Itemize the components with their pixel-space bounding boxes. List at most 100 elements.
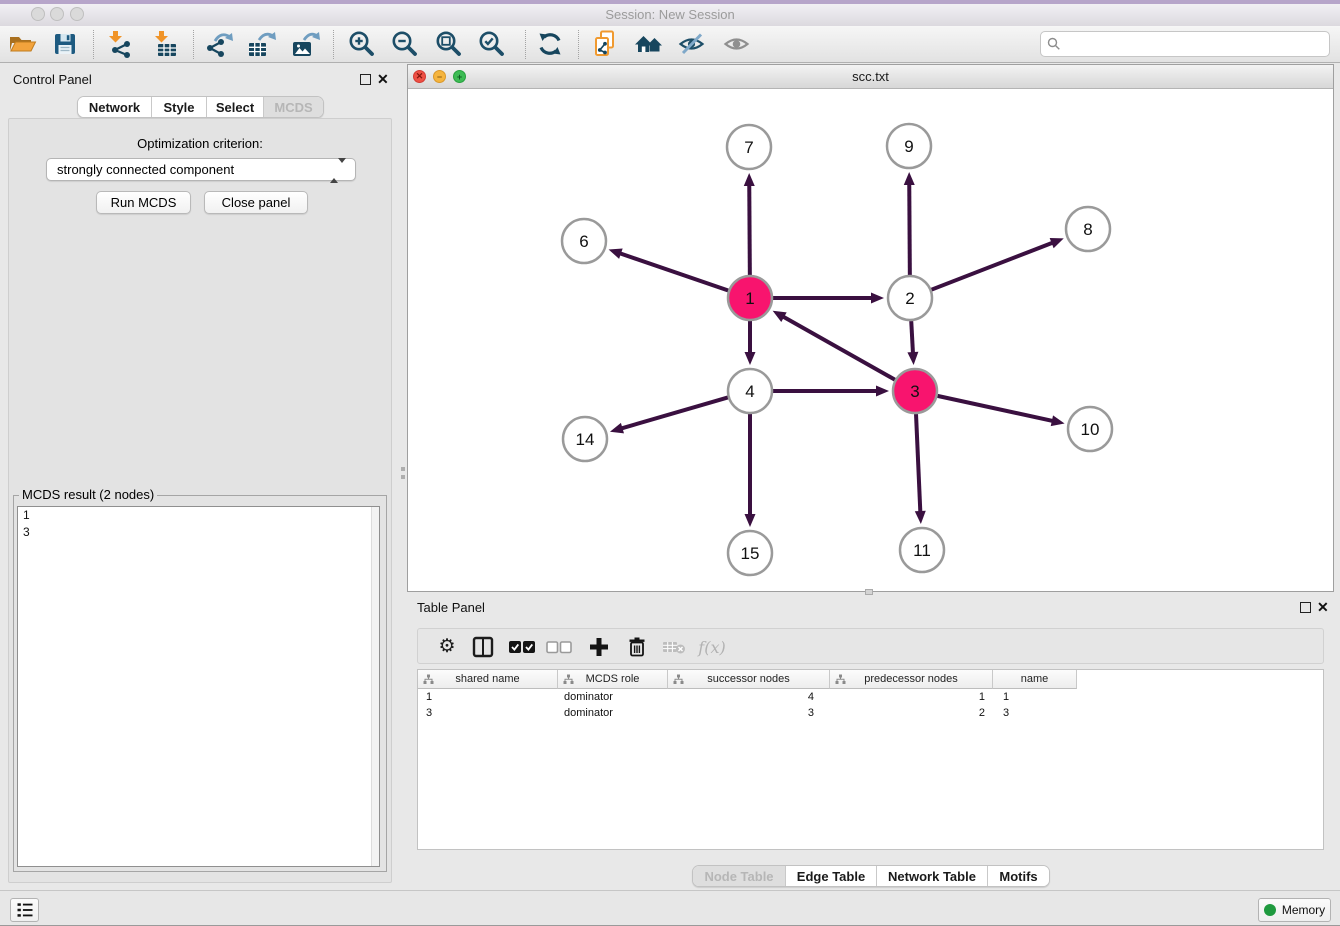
tab-edge-table[interactable]: Edge Table (786, 866, 877, 886)
toolbar-separator (333, 30, 334, 59)
column-header-successor-nodes[interactable]: successor nodes (668, 670, 830, 689)
graph-node-label: 6 (579, 232, 588, 251)
control-panel-float-icon[interactable] (360, 74, 371, 85)
task-list-icon (15, 900, 35, 920)
graph-edge-arrowhead (745, 352, 756, 365)
toolbar-separator (578, 30, 579, 59)
export-network-icon[interactable] (201, 27, 235, 61)
graph-edge-3-11[interactable] (916, 414, 920, 513)
header-filler (1077, 670, 1323, 689)
tab-node-table[interactable]: Node Table (693, 866, 786, 886)
vertical-splitter-handle[interactable] (401, 467, 405, 471)
table-tabs: Node Table Edge Table Network Table Moti… (692, 865, 1050, 887)
graph-edge-1-7[interactable] (749, 184, 750, 275)
table-row[interactable]: 1 dominator 4 1 1 (418, 689, 1323, 705)
attribute-tree-icon (423, 674, 434, 685)
search-field[interactable] (1040, 31, 1330, 57)
tab-select[interactable]: Select (207, 97, 264, 117)
cell-predecessor-nodes[interactable]: 2 (830, 705, 993, 721)
zoom-out-icon[interactable] (388, 27, 422, 61)
cell-successor-nodes[interactable]: 3 (668, 705, 830, 721)
import-network-icon[interactable] (102, 27, 136, 61)
tab-mcds[interactable]: MCDS (264, 97, 323, 117)
mcds-result-textarea[interactable]: 1 3 (17, 506, 380, 867)
network-window-titlebar[interactable]: ✕ − + scc.txt (408, 65, 1333, 89)
graph-edge-3-10[interactable] (937, 396, 1053, 421)
graph-edge-arrowhead (744, 173, 755, 186)
split-view-icon[interactable] (469, 633, 497, 661)
mcds-result-line: 3 (18, 524, 379, 541)
cell-successor-nodes[interactable]: 4 (668, 689, 830, 705)
cell-predecessor-nodes[interactable]: 1 (830, 689, 993, 705)
graph-edge-2-3[interactable] (911, 321, 913, 354)
task-history-button[interactable] (10, 898, 39, 922)
deselect-all-columns-icon[interactable] (545, 633, 573, 661)
column-header-name[interactable]: name (993, 670, 1077, 689)
network-window-title: scc.txt (408, 69, 1333, 84)
status-bar: Memory (0, 890, 1340, 926)
criterion-dropdown-value: strongly connected component (57, 162, 234, 177)
memory-button[interactable]: Memory (1258, 898, 1331, 922)
graph-edge-arrowhead (876, 386, 889, 397)
zoom-in-icon[interactable] (345, 27, 379, 61)
column-header-mcds-role[interactable]: MCDS role (558, 670, 668, 689)
graph-edge-2-8[interactable] (931, 242, 1053, 289)
cell-mcds-role[interactable]: dominator (558, 705, 668, 721)
graph-edge-3-1[interactable] (782, 316, 895, 380)
window-titlebar: Session: New Session (0, 0, 1340, 26)
cell-shared-name[interactable]: 3 (418, 705, 558, 721)
attribute-tree-icon (673, 674, 684, 685)
add-column-icon[interactable] (585, 633, 613, 661)
export-image-icon[interactable] (288, 27, 322, 61)
table-panel-close-icon[interactable]: ✕ (1317, 601, 1329, 613)
graph-edge-1-6[interactable] (619, 253, 728, 291)
network-canvas[interactable]: 1234678910111415 (408, 89, 1333, 591)
dropdown-stepper-icon (330, 163, 346, 178)
cell-name[interactable]: 1 (993, 689, 1077, 705)
cell-shared-name[interactable]: 1 (418, 689, 558, 705)
open-session-icon[interactable] (5, 27, 39, 61)
save-session-icon[interactable] (48, 27, 82, 61)
zoom-fit-icon[interactable] (432, 27, 466, 61)
graph-edge-2-9[interactable] (909, 183, 910, 275)
graph-node-label: 15 (741, 544, 760, 563)
show-graphics-details-icon[interactable] (720, 27, 754, 61)
graph-node-label: 2 (905, 289, 914, 308)
graph-node-label: 8 (1083, 220, 1092, 239)
cell-name[interactable]: 3 (993, 705, 1077, 721)
vertical-splitter-handle[interactable] (401, 475, 405, 479)
control-panel-close-icon[interactable]: ✕ (377, 73, 389, 85)
cell-mcds-role[interactable]: dominator (558, 689, 668, 705)
tab-network[interactable]: Network (78, 97, 152, 117)
column-header-predecessor-nodes[interactable]: predecessor nodes (830, 670, 993, 689)
home-layout-icon[interactable] (632, 27, 666, 61)
control-panel: Control Panel ✕ Network Style Select MCD… (0, 63, 400, 890)
criterion-dropdown[interactable]: strongly connected component (46, 158, 356, 181)
import-table-icon[interactable] (148, 27, 182, 61)
run-mcds-button[interactable]: Run MCDS (96, 191, 191, 214)
hide-graphics-details-icon[interactable] (675, 27, 709, 61)
close-panel-button[interactable]: Close panel (204, 191, 308, 214)
refresh-icon[interactable] (533, 27, 567, 61)
table-panel-float-icon[interactable] (1300, 602, 1311, 613)
mcds-panel: Optimization criterion: strongly connect… (8, 118, 392, 883)
tab-network-table[interactable]: Network Table (877, 866, 988, 886)
delete-column-icon[interactable] (623, 633, 651, 661)
node-table: shared name MCDS role successor nodes pr… (417, 669, 1324, 850)
result-scrollbar[interactable] (371, 507, 379, 866)
graph-edge-4-14[interactable] (621, 397, 728, 428)
table-row[interactable]: 3 dominator 3 2 3 (418, 705, 1323, 721)
search-input[interactable] (1061, 34, 1329, 54)
toolbar-separator (93, 30, 94, 59)
graph-edge-arrowhead (745, 514, 756, 527)
export-table-icon[interactable] (244, 27, 278, 61)
tab-motifs[interactable]: Motifs (988, 866, 1049, 886)
mcds-result-line: 1 (18, 507, 379, 524)
graph-edge-arrowhead (610, 423, 624, 434)
column-settings-icon[interactable]: ⚙ (433, 633, 461, 661)
zoom-selected-icon[interactable] (475, 27, 509, 61)
column-header-shared-name[interactable]: shared name (418, 670, 558, 689)
tab-style[interactable]: Style (152, 97, 207, 117)
network-from-selection-icon[interactable] (588, 27, 622, 61)
select-all-columns-icon[interactable] (508, 633, 536, 661)
